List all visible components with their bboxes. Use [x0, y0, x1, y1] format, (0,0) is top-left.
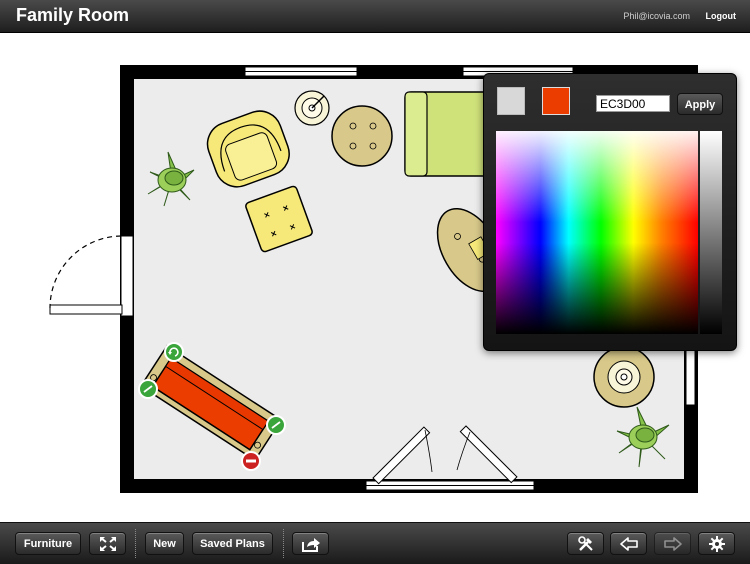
color-spectrum[interactable] [496, 131, 698, 334]
lamp-top[interactable] [294, 90, 330, 126]
logout-button[interactable]: Logout [706, 11, 737, 21]
window-bottom [365, 480, 535, 491]
undo-icon [619, 536, 638, 551]
share-button[interactable] [292, 532, 329, 555]
bottom-toolbar: Furniture New Saved Plans [0, 522, 750, 564]
rotate-handle[interactable] [164, 342, 184, 362]
lamp-table-right[interactable] [593, 346, 655, 408]
door-left[interactable] [49, 235, 134, 317]
toolbar-separator [135, 529, 136, 558]
user-email: Phil@icovia.com [623, 11, 690, 21]
fit-to-screen-icon [99, 536, 116, 551]
resize-handle-left[interactable] [138, 379, 158, 399]
apply-button[interactable]: Apply [677, 93, 723, 115]
new-button[interactable]: New [145, 532, 184, 555]
undo-button[interactable] [610, 532, 647, 555]
tools-icon [577, 535, 593, 551]
top-bar: Family Room Phil@icovia.com Logout [0, 0, 750, 33]
window-top-left [244, 66, 358, 77]
color-picker-popover: Apply [483, 73, 737, 351]
saved-plans-button[interactable]: Saved Plans [192, 532, 273, 555]
tools-button[interactable] [567, 532, 604, 555]
redo-icon [663, 536, 682, 551]
window-right [685, 344, 696, 406]
furniture-button[interactable]: Furniture [15, 532, 81, 555]
delete-handle[interactable] [241, 451, 261, 471]
toolbar-separator [283, 529, 284, 558]
resize-handle-right[interactable] [266, 415, 286, 435]
share-icon [301, 537, 320, 552]
side-table-top[interactable] [331, 105, 393, 167]
hex-color-input[interactable] [596, 95, 670, 112]
fit-to-screen-button[interactable] [89, 532, 126, 555]
current-color-swatch[interactable] [497, 87, 525, 115]
settings-button[interactable] [698, 532, 735, 555]
selected-color-swatch[interactable] [542, 87, 570, 115]
grayscale-slider[interactable] [700, 131, 722, 334]
redo-button[interactable] [654, 532, 691, 555]
page-title: Family Room [16, 5, 130, 25]
sofa-green[interactable] [404, 91, 496, 177]
settings-icon [708, 535, 725, 552]
